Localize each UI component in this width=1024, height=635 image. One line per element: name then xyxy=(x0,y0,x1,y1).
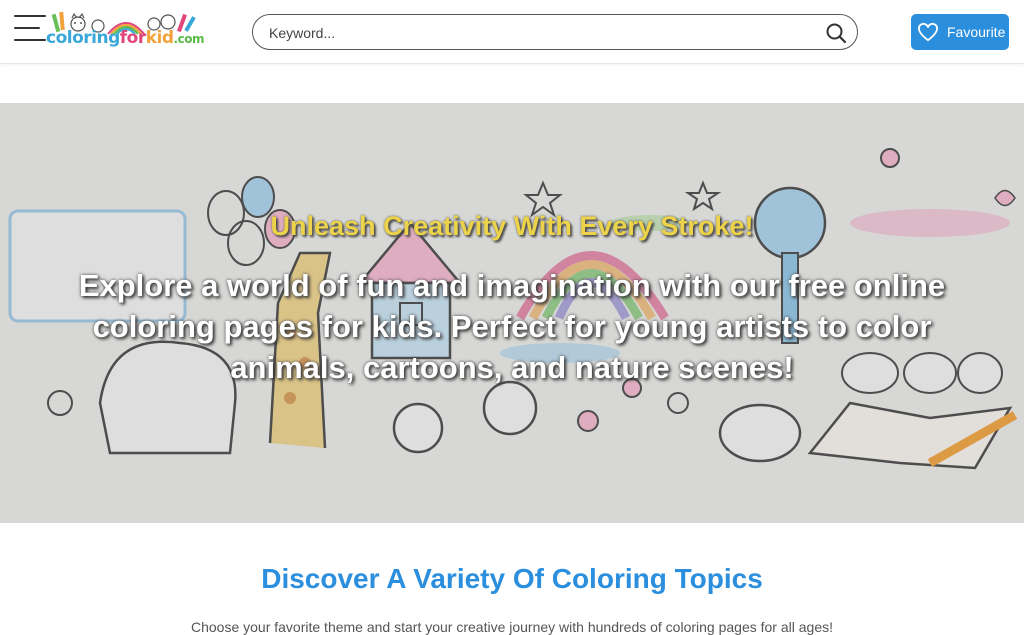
section-subtitle: Choose your favorite theme and start you… xyxy=(190,619,834,635)
search-input[interactable] xyxy=(269,22,809,44)
heart-icon xyxy=(918,22,938,42)
logo-part-2: for xyxy=(119,28,146,48)
logo-part-1: coloring xyxy=(46,28,120,48)
favourite-button[interactable]: Favourite xyxy=(911,14,1009,50)
favourite-label: Favourite xyxy=(947,24,1006,40)
hero-tagline: Unleash Creativity With Every Stroke! xyxy=(270,211,754,241)
site-logo[interactable]: coloringforkid.com xyxy=(46,10,204,54)
hero-banner: Unleash Creativity With Every Stroke! Ex… xyxy=(0,103,1024,523)
search-icon[interactable] xyxy=(825,22,847,44)
menu-icon[interactable] xyxy=(14,15,48,41)
search-bar xyxy=(252,14,858,50)
hero-description: Explore a world of fun and imagination w… xyxy=(78,268,946,385)
site-header: coloringforkid.com Favourite xyxy=(0,0,1024,64)
logo-part-4: .com xyxy=(173,32,205,46)
section-title: Discover A Variety Of Coloring Topics xyxy=(261,563,763,594)
logo-wordmark: coloringforkid.com xyxy=(46,28,204,48)
logo-part-3: kid xyxy=(145,28,174,48)
